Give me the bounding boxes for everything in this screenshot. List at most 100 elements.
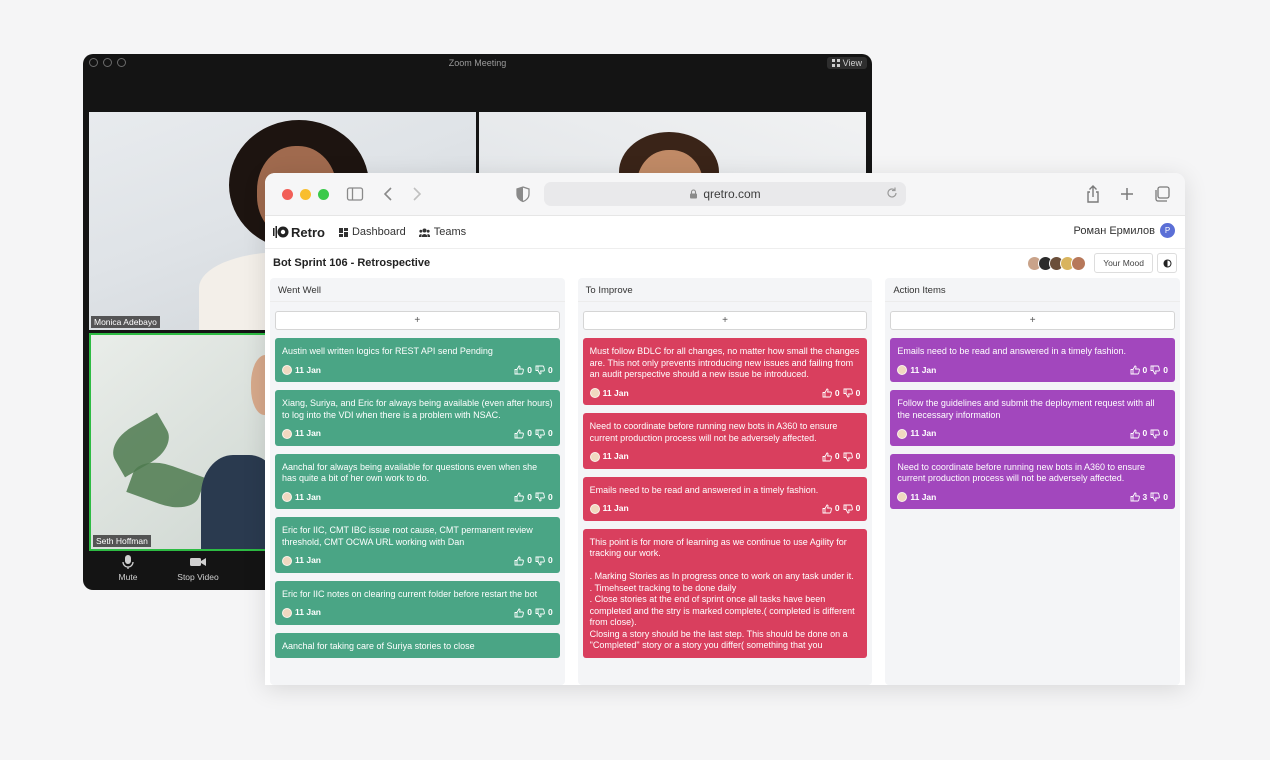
author-avatar	[282, 365, 292, 376]
author-avatar	[282, 555, 292, 566]
thumbs-down-icon[interactable]	[535, 556, 545, 566]
card-meta: 11 Jan 0 0	[897, 428, 1168, 440]
card-date: 11 Jan	[910, 491, 937, 502]
retro-card[interactable]: Aanchal for always being available for q…	[275, 453, 560, 509]
dislike-count: 0	[1163, 491, 1169, 502]
card-meta: 11 Jan 0 0	[589, 503, 860, 515]
like-count: 0	[1142, 364, 1148, 375]
thumbs-up-icon[interactable]	[1130, 365, 1140, 375]
thumbs-up-icon[interactable]	[822, 504, 832, 514]
mood-toggle-button[interactable]	[1157, 253, 1177, 273]
card-votes: 00	[822, 503, 860, 515]
thumbs-down-icon[interactable]	[843, 452, 853, 462]
thumbs-down-icon[interactable]	[535, 365, 545, 375]
retro-card[interactable]: Must follow BDLC for all changes, no mat…	[582, 338, 868, 405]
mute-button[interactable]: Mute	[103, 554, 153, 590]
like-count: 3	[1142, 491, 1148, 502]
share-icon[interactable]	[1085, 184, 1101, 204]
column-title: Went Well	[270, 278, 565, 302]
author-avatar	[282, 492, 292, 503]
thumbs-up-icon[interactable]	[514, 492, 525, 502]
shield-icon[interactable]	[515, 185, 531, 203]
retro-card[interactable]: Aanchal for taking care of Suriya storie…	[275, 632, 560, 658]
card-text: Aanchal for always being available for q…	[282, 461, 538, 484]
app-logo[interactable]: Retro	[273, 224, 325, 240]
dislike-count: 0	[855, 503, 861, 513]
new-tab-icon[interactable]	[1119, 185, 1135, 203]
thumbs-down-icon[interactable]	[1150, 492, 1161, 502]
thumbs-up-icon[interactable]	[514, 556, 525, 566]
retro-card[interactable]: Need to coordinate before running new bo…	[890, 453, 1176, 509]
thumbs-up-icon[interactable]	[1130, 492, 1140, 502]
like-count: 0	[834, 503, 840, 513]
add-card-button[interactable]: +	[890, 311, 1176, 330]
retro-card[interactable]: Eric for IIC, CMT IBC issue root cause, …	[275, 517, 560, 573]
thumbs-down-icon[interactable]	[535, 492, 545, 502]
retro-card[interactable]: Need to coordinate before running new bo…	[582, 413, 868, 469]
forward-icon[interactable]	[409, 185, 423, 203]
add-card-button[interactable]: +	[275, 311, 560, 330]
thumbs-up-icon[interactable]	[1130, 429, 1140, 439]
thumbs-down-icon[interactable]	[843, 388, 853, 398]
author-avatar	[282, 428, 292, 439]
logo-text: Retro	[291, 224, 325, 240]
thumbs-down-icon[interactable]	[535, 608, 545, 618]
thumbs-up-icon[interactable]	[514, 365, 525, 375]
sidebar-icon[interactable]	[346, 185, 364, 203]
card-meta: 11 Jan 0 0	[589, 451, 860, 463]
card-date: 11 Jan	[602, 451, 629, 461]
nav-teams[interactable]: Teams	[418, 226, 466, 238]
card-text: Emails need to be read and answered in a…	[589, 484, 819, 495]
thumbs-down-icon[interactable]	[843, 504, 853, 514]
like-count: 0	[1142, 428, 1148, 438]
dislike-count: 0	[1163, 364, 1169, 375]
card-date: 11 Jan	[602, 503, 629, 513]
board-title: Bot Sprint 106 - Retrospective	[273, 257, 431, 269]
your-mood-button[interactable]: Your Mood	[1094, 253, 1153, 273]
mute-label: Mute	[118, 572, 138, 582]
thumbs-down-icon[interactable]	[1150, 365, 1161, 375]
retro-card[interactable]: Eric for IIC notes on clearing current f…	[275, 580, 560, 625]
user-name: Роман Ермилов	[1073, 224, 1155, 237]
reload-icon[interactable]	[886, 186, 898, 200]
card-votes: 00	[822, 388, 860, 400]
nav-dashboard[interactable]: Dashboard	[338, 226, 406, 238]
stop-video-button[interactable]: Stop Video	[173, 554, 223, 590]
back-icon[interactable]	[382, 185, 396, 203]
browser-minimize-button[interactable]	[300, 189, 311, 200]
thumbs-up-icon[interactable]	[514, 608, 525, 618]
thumbs-down-icon[interactable]	[1150, 429, 1161, 439]
microphone-icon	[122, 555, 134, 569]
user-menu[interactable]: Роман Ермилов P	[1074, 223, 1175, 238]
card-date: 11 Jan	[910, 428, 937, 438]
card-meta: 11 Jan 0 0	[897, 365, 1168, 377]
retro-card[interactable]: Xiang, Suriya, and Eric for always being…	[275, 390, 560, 446]
user-avatar: P	[1160, 223, 1175, 238]
browser-maximize-button[interactable]	[318, 189, 329, 200]
participant-avatar[interactable]	[1071, 255, 1087, 271]
address-bar[interactable]: qretro.com	[544, 182, 906, 206]
thumbs-down-icon[interactable]	[535, 429, 545, 439]
video-camera-icon	[190, 558, 206, 566]
card-date: 11 Jan	[295, 555, 321, 565]
zoom-controls-bar: Mute Stop Video	[83, 554, 283, 590]
like-count: 0	[834, 451, 840, 461]
retro-card[interactable]: Emails need to be read and answered in a…	[890, 338, 1176, 382]
browser-close-button[interactable]	[282, 189, 293, 200]
retro-card[interactable]: Emails need to be read and answered in a…	[582, 476, 868, 521]
thumbs-up-icon[interactable]	[822, 452, 832, 462]
thumbs-up-icon[interactable]	[514, 429, 525, 439]
card-text: This point is for more of learning as we…	[589, 536, 855, 651]
add-card-button[interactable]: +	[582, 311, 868, 330]
card-votes: 00	[514, 364, 553, 377]
url-text: qretro.com	[703, 187, 761, 201]
dislike-count: 0	[547, 364, 553, 375]
card-text: Xiang, Suriya, and Eric for always being…	[282, 398, 553, 420]
thumbs-up-icon[interactable]	[822, 388, 832, 398]
tabs-overview-icon[interactable]	[1153, 185, 1171, 203]
retro-card[interactable]: This point is for more of learning as we…	[582, 528, 868, 658]
retro-card[interactable]: Follow the guidelines and submit the dep…	[890, 390, 1176, 446]
zoom-view-label: View	[842, 58, 862, 68]
zoom-view-button[interactable]: View	[826, 57, 867, 69]
retro-card[interactable]: Austin well written logics for REST API …	[275, 338, 560, 382]
